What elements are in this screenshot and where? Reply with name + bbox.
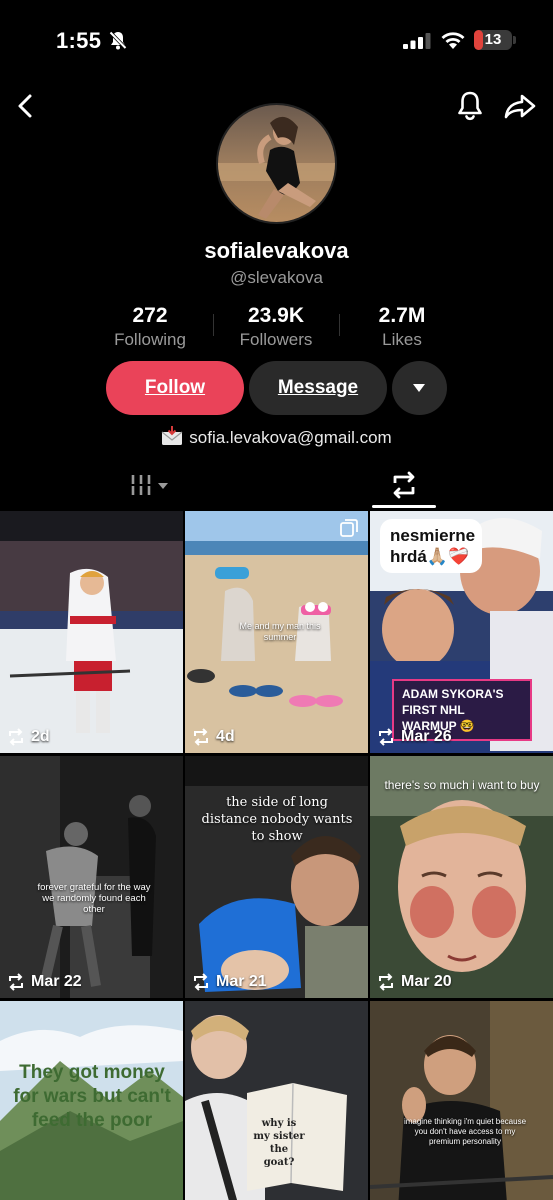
stat-followers[interactable]: 23.9K Followers [216, 304, 336, 350]
stat-divider [213, 314, 214, 336]
repost-icon [194, 973, 208, 991]
thumbnail-image [370, 1001, 553, 1200]
status-time: 1:55 [56, 28, 102, 53]
email-text: sofia.levakova@gmail.com [189, 428, 392, 447]
cellular-signal-icon [403, 33, 431, 49]
follow-button[interactable]: Follow [106, 361, 244, 415]
video-thumbnail[interactable]: imagine thinking i'm quiet because you d… [370, 1001, 553, 1200]
video-thumbnail[interactable]: there's so much i want to buy Mar 20 [370, 756, 553, 998]
video-caption-overlay: Me and my man this summer [239, 621, 321, 642]
followers-count: 23.9K [247, 304, 305, 327]
video-thumbnail[interactable]: nesmierne hrdá🙏🏼❤️‍🩹 ADAM SYKORA'S FIRST… [370, 511, 553, 753]
thumbnail-image [185, 756, 368, 998]
video-thumbnail[interactable]: the side of long distance nobody wants t… [185, 756, 368, 998]
repost-icon [379, 973, 393, 991]
video-caption-overlay: They got money for wars but can't feed t… [13, 1062, 171, 1131]
wifi-icon [441, 32, 465, 49]
stat-following[interactable]: 272 Following [90, 304, 210, 350]
video-thumbnail[interactable]: why is my sister the goat? [185, 1001, 368, 1200]
stat-divider [339, 314, 340, 336]
repost-date: Mar 26 [376, 727, 452, 747]
thumbnail-image [0, 511, 183, 753]
back-arrow-icon[interactable] [10, 88, 42, 124]
video-caption-overlay: why is my sister the goat? [253, 1118, 305, 1168]
repost-date: Mar 22 [6, 972, 82, 992]
repost-icon [9, 973, 23, 991]
suggested-accounts-button[interactable] [392, 361, 447, 415]
repost-tab-icon[interactable] [386, 470, 422, 500]
battery-tip [513, 36, 516, 44]
display-name: sofialevakova [204, 238, 349, 263]
repost-date-text: 4d [216, 728, 235, 745]
profile-stats: 272 Following 23.9K Followers 2.7M Likes [0, 304, 553, 350]
repost-date: 4d [191, 727, 235, 747]
caret-down-icon [413, 384, 425, 392]
followers-label: Followers [239, 330, 313, 349]
video-thumbnail[interactable]: 2d [0, 511, 183, 753]
active-tab-indicator [372, 505, 436, 508]
reposts-grid: 2d Me and my man this summer 4d nesmiern… [0, 511, 553, 1200]
battery-percent: 13 [484, 31, 502, 48]
repost-date-text: Mar 20 [401, 973, 452, 990]
likes-count: 2.7M [378, 304, 426, 327]
following-count: 272 [132, 304, 168, 327]
multi-photo-icon [340, 519, 358, 537]
silent-mode-icon [109, 31, 127, 50]
repost-date-text: Mar 26 [401, 728, 452, 745]
repost-date: 2d [6, 727, 50, 747]
video-caption-overlay: imagine thinking i'm quiet because you d… [403, 1117, 527, 1146]
repost-date: Mar 21 [191, 972, 267, 992]
video-thumbnail[interactable]: They got money for wars but can't feed t… [0, 1001, 183, 1200]
repost-icon [9, 728, 23, 746]
caption-bubble: nesmierne hrdá🙏🏼❤️‍🩹 [380, 519, 482, 573]
profile-avatar[interactable] [216, 103, 337, 224]
envelope-icon [161, 426, 183, 445]
video-thumbnail[interactable]: Me and my man this summer 4d [185, 511, 368, 753]
repost-icon [379, 728, 393, 746]
share-arrow-icon[interactable] [502, 88, 538, 124]
repost-icon [194, 728, 208, 746]
repost-date: Mar 20 [376, 972, 452, 992]
repost-date-text: Mar 21 [216, 973, 267, 990]
video-caption-overlay: the side of long distance nobody wants t… [201, 795, 353, 844]
videos-grid-tab-icon[interactable] [129, 472, 171, 498]
thumbnail-image [0, 756, 183, 998]
bio-email[interactable]: sofia.levakova@gmail.com [0, 426, 553, 448]
repost-date-text: 2d [31, 728, 50, 745]
video-caption-overlay: there's so much i want to buy [384, 778, 540, 792]
status-bar: 1:55 13 [0, 0, 553, 84]
video-caption-overlay: forever grateful for the way we randomly… [37, 882, 151, 915]
repost-date-text: Mar 22 [31, 973, 82, 990]
message-button[interactable]: Message [249, 361, 387, 415]
avatar-photo [218, 105, 335, 222]
video-thumbnail[interactable]: forever grateful for the way we randomly… [0, 756, 183, 998]
following-label: Following [114, 330, 186, 349]
battery-indicator: 13 [474, 30, 512, 50]
username-handle: @slevakova [230, 268, 323, 287]
stat-likes[interactable]: 2.7M Likes [342, 304, 462, 350]
notification-bell-icon[interactable] [454, 88, 486, 124]
thumbnail-image [185, 1001, 368, 1200]
likes-label: Likes [382, 330, 422, 349]
